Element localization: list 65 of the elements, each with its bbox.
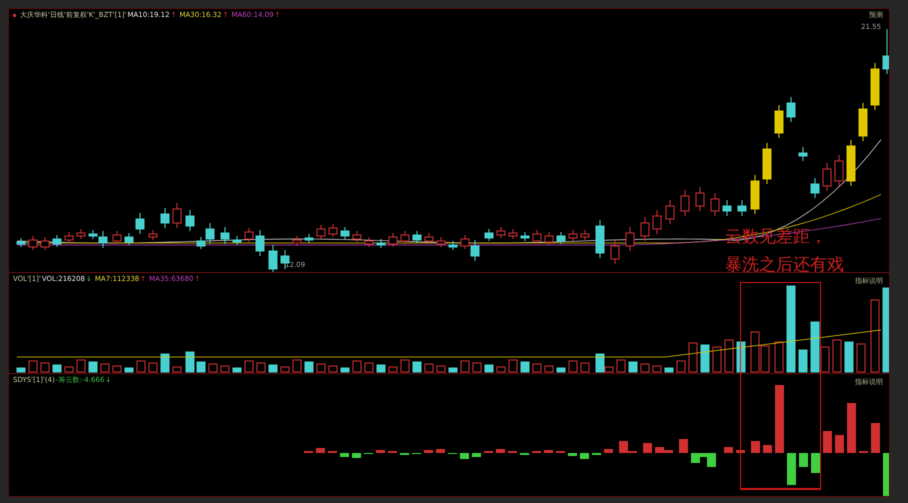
candlestick (640, 216, 650, 242)
candlestick (834, 154, 844, 186)
candlestick (520, 232, 530, 242)
candlestick (148, 230, 158, 240)
candlestick (762, 142, 772, 184)
candlestick (846, 140, 856, 186)
candlestick (186, 210, 194, 232)
candlestick (364, 236, 374, 248)
candlestick (696, 186, 704, 212)
candlestick (160, 208, 170, 228)
candlestick (52, 234, 62, 248)
candlestick (28, 236, 38, 250)
candlestick (580, 230, 590, 240)
candlestick (124, 232, 134, 246)
candlestick (340, 226, 350, 240)
candlestick (786, 96, 796, 122)
candlestick (172, 202, 182, 228)
candlestick (680, 190, 690, 216)
candlestick (870, 62, 880, 110)
candlestick (750, 174, 760, 214)
candlestick (798, 146, 808, 162)
candlestick (858, 102, 868, 142)
candlestick (810, 178, 820, 198)
marker-icon (13, 14, 16, 17)
candlestick (666, 200, 674, 224)
candlestick (400, 230, 410, 244)
candlestick (448, 240, 458, 250)
candlestick (596, 220, 604, 258)
candlestick (738, 200, 746, 216)
candlestick (16, 238, 26, 248)
candlestick (424, 232, 434, 244)
candlestick (508, 228, 518, 240)
candlestick (352, 230, 362, 242)
candlestick (268, 244, 278, 272)
candlestick (652, 210, 662, 234)
candlestick (76, 228, 86, 240)
candlestick (568, 230, 578, 242)
candlestick (376, 238, 386, 248)
candlestick (220, 226, 230, 244)
candlestick (304, 234, 314, 244)
candlestick (496, 226, 506, 238)
candlestick (822, 162, 832, 192)
candlestick (328, 224, 338, 238)
candlestick (136, 212, 144, 234)
candlestick (722, 200, 732, 216)
candlestick (610, 240, 620, 264)
candlestick (626, 226, 634, 252)
candlestick (244, 228, 254, 242)
candlestick (484, 228, 494, 242)
candlestick (292, 236, 302, 246)
candlestick (232, 236, 242, 246)
candlestick (532, 230, 542, 244)
candlestick (774, 104, 784, 138)
candlestick (556, 232, 566, 244)
candlestick (64, 232, 74, 244)
candlestick (388, 232, 398, 248)
candlestick (544, 232, 554, 246)
candlestick (436, 236, 446, 248)
candlestick (316, 224, 326, 240)
candlestick (256, 230, 264, 256)
candlestick (412, 230, 422, 244)
candlestick (40, 236, 50, 250)
candlestick (112, 230, 122, 244)
candlestick (882, 28, 889, 74)
candlestick (710, 192, 720, 216)
